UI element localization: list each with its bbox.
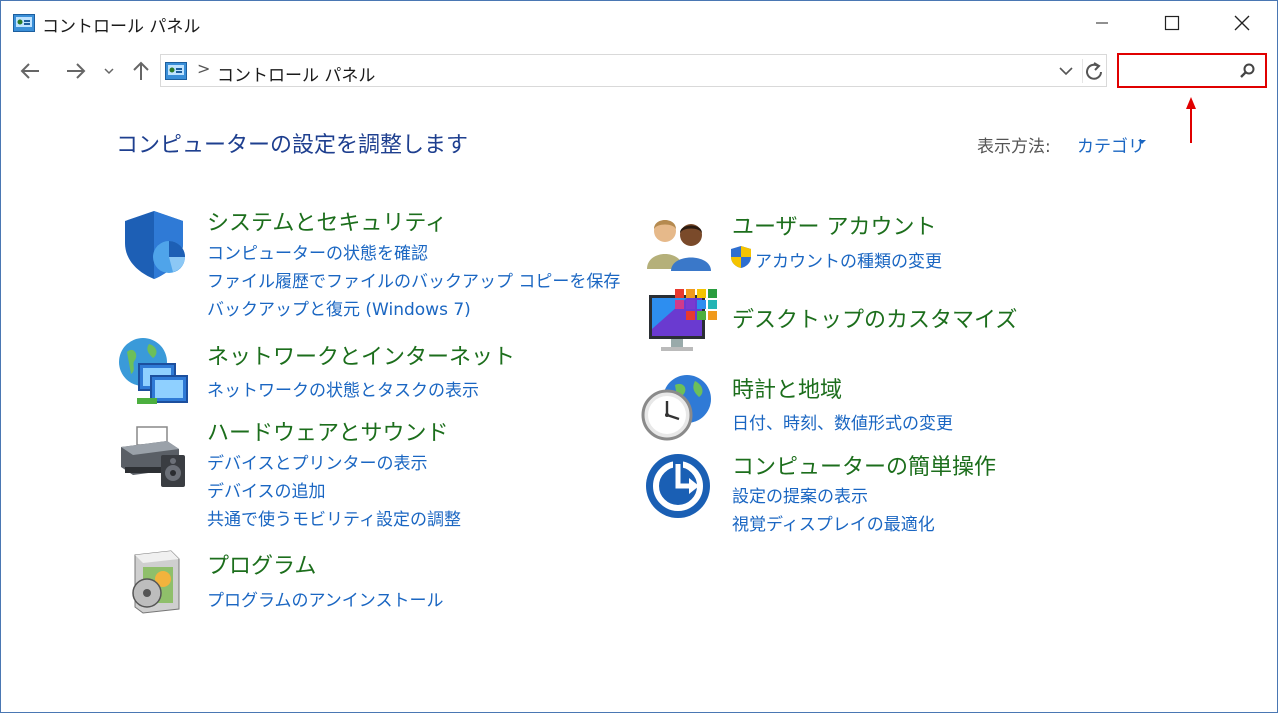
category-network-internet[interactable]: ネットワークとインターネット bbox=[207, 339, 515, 371]
link-mobility-settings[interactable]: 共通で使うモビリティ設定の調整 bbox=[207, 505, 461, 530]
title-bar: コントロール パネル bbox=[1, 1, 1277, 45]
link-add-device[interactable]: デバイスの追加 bbox=[207, 477, 326, 502]
back-button[interactable] bbox=[17, 59, 43, 83]
view-by-label: 表示方法: bbox=[977, 137, 1051, 157]
arrow-left-icon bbox=[20, 63, 39, 79]
navigation-bar: > コントロール パネル bbox=[1, 53, 1277, 89]
chevron-down-icon bbox=[104, 68, 114, 75]
uac-shield-icon bbox=[731, 246, 751, 268]
link-change-account-type[interactable]: アカウントの種類の変更 bbox=[755, 247, 942, 272]
desktop-customize-icon[interactable] bbox=[647, 289, 717, 357]
window-title: コントロール パネル bbox=[42, 17, 201, 37]
up-button[interactable] bbox=[129, 59, 153, 83]
arrow-up-icon bbox=[133, 61, 149, 80]
programs-icon[interactable] bbox=[125, 549, 185, 615]
control-panel-icon bbox=[13, 14, 35, 32]
category-hardware-sound[interactable]: ハードウェアとサウンド bbox=[207, 415, 449, 447]
minimize-button[interactable] bbox=[1067, 1, 1137, 45]
link-change-date-time-format[interactable]: 日付、時刻、数値形式の変更 bbox=[732, 409, 953, 434]
category-desktop-customize[interactable]: デスクトップのカスタマイズ bbox=[732, 302, 1017, 334]
link-devices-printers[interactable]: デバイスとプリンターの表示 bbox=[207, 449, 428, 474]
category-programs[interactable]: プログラム bbox=[207, 548, 316, 580]
link-network-status-tasks[interactable]: ネットワークの状態とタスクの表示 bbox=[207, 376, 479, 401]
search-icon[interactable] bbox=[1239, 63, 1255, 79]
link-suggested-settings[interactable]: 設定の提案の表示 bbox=[732, 482, 868, 507]
close-icon bbox=[1234, 15, 1250, 31]
link-check-computer-status[interactable]: コンピューターの状態を確認 bbox=[207, 239, 428, 264]
close-button[interactable] bbox=[1207, 1, 1277, 45]
category-ease-of-access[interactable]: コンピューターの簡単操作 bbox=[732, 449, 996, 481]
annotation-arrow-icon bbox=[1186, 97, 1196, 143]
network-icon[interactable] bbox=[115, 334, 191, 410]
link-uninstall-program[interactable]: プログラムのアンインストール bbox=[207, 586, 443, 611]
category-clock-region[interactable]: 時計と地域 bbox=[732, 372, 842, 404]
control-panel-icon bbox=[165, 62, 187, 80]
breadcrumb-separator[interactable]: > bbox=[197, 59, 210, 78]
arrow-right-icon bbox=[67, 63, 86, 79]
printer-speaker-icon[interactable] bbox=[117, 421, 189, 491]
link-backup-restore[interactable]: バックアップと復元 (Windows 7) bbox=[207, 295, 471, 320]
category-system-security[interactable]: システムとセキュリティ bbox=[207, 205, 447, 237]
maximize-icon bbox=[1164, 15, 1180, 31]
ease-of-access-icon[interactable] bbox=[645, 453, 711, 519]
link-optimize-visual-display[interactable]: 視覚ディスプレイの最適化 bbox=[732, 510, 935, 535]
search-field[interactable] bbox=[1123, 59, 1227, 83]
category-user-accounts[interactable]: ユーザー アカウント bbox=[732, 209, 937, 241]
page-title: コンピューターの設定を調整します bbox=[116, 133, 469, 158]
shield-icon[interactable] bbox=[119, 209, 189, 281]
link-file-history-backup[interactable]: ファイル履歴でファイルのバックアップ コピーを保存 bbox=[207, 267, 620, 292]
address-bar[interactable]: > コントロール パネル bbox=[160, 54, 1107, 87]
caret-down-icon[interactable] bbox=[1137, 139, 1147, 145]
refresh-button[interactable] bbox=[1082, 59, 1107, 83]
breadcrumb-control-panel[interactable]: コントロール パネル bbox=[217, 61, 375, 86]
address-history-button[interactable] bbox=[1058, 61, 1074, 85]
minimize-icon bbox=[1096, 22, 1108, 24]
search-input[interactable] bbox=[1117, 53, 1267, 88]
recent-locations-button[interactable] bbox=[101, 59, 117, 83]
maximize-button[interactable] bbox=[1137, 1, 1207, 45]
clock-globe-icon[interactable] bbox=[639, 371, 715, 443]
refresh-icon bbox=[1086, 62, 1102, 80]
view-by-dropdown[interactable]: カテゴリ bbox=[1077, 132, 1145, 157]
chevron-down-icon bbox=[1059, 67, 1073, 76]
user-accounts-icon[interactable] bbox=[645, 213, 713, 273]
forward-button[interactable] bbox=[63, 59, 89, 83]
